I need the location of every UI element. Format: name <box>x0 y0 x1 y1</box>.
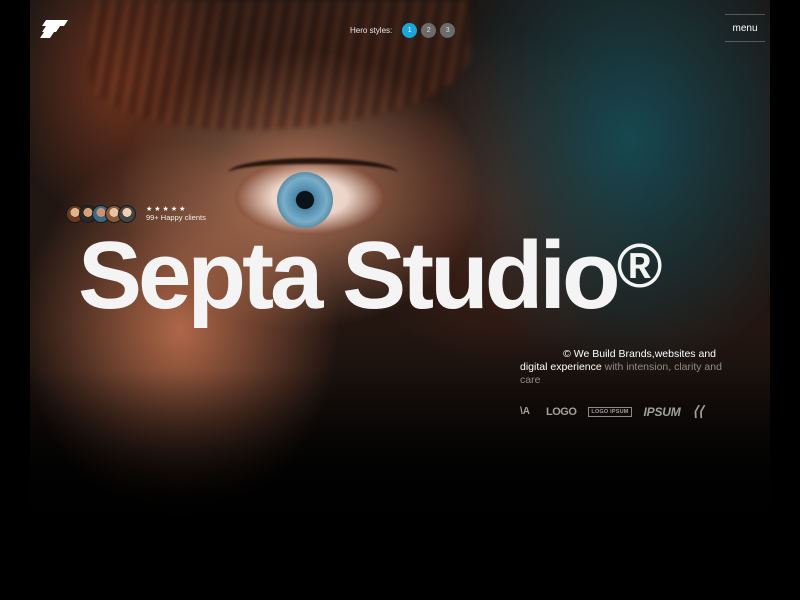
hero-style-option-3[interactable]: 3 <box>440 23 456 38</box>
brand-logo-2: LOGO <box>546 405 577 418</box>
brand-logo-5: ⟨⟨ <box>692 403 704 419</box>
hero-tagline: © We Build Brands,websites and digital e… <box>520 348 735 387</box>
tagline-line-1: © We Build Brands,websites and <box>563 348 716 360</box>
hero-style-switcher: Hero styles: 1 2 3 <box>350 23 456 38</box>
client-rating: ★★★★★ 99+ Happy clients <box>146 206 206 222</box>
brand-logo-3: LOGO IPSUM <box>588 406 632 417</box>
happy-clients-badge: ★★★★★ 99+ Happy clients <box>66 205 206 223</box>
happy-clients-text: 99+ Happy clients <box>146 212 206 222</box>
client-logos: \A LOGO LOGO IPSUM IPSUM ⟨⟨ <box>520 403 703 420</box>
hero-style-option-1[interactable]: 1 <box>402 23 418 38</box>
tagline-highlight: digital experience <box>520 361 602 373</box>
avatar <box>118 205 136 223</box>
hero-style-option-2[interactable]: 2 <box>421 23 437 38</box>
hero-title: Septa Studio® <box>78 228 738 324</box>
hero-styles-label: Hero styles: <box>350 26 393 35</box>
client-avatars <box>66 205 136 223</box>
brand-logo-4: IPSUM <box>643 404 681 419</box>
hero-image-hair <box>90 0 470 130</box>
menu-button[interactable]: menu <box>725 14 765 42</box>
registered-mark: ® <box>616 232 663 301</box>
studio-logo-icon[interactable] <box>38 18 70 40</box>
hero-title-text: Septa Studio <box>78 222 621 329</box>
hero-image-iris <box>277 172 333 228</box>
brand-logo-1: \A <box>520 406 530 417</box>
